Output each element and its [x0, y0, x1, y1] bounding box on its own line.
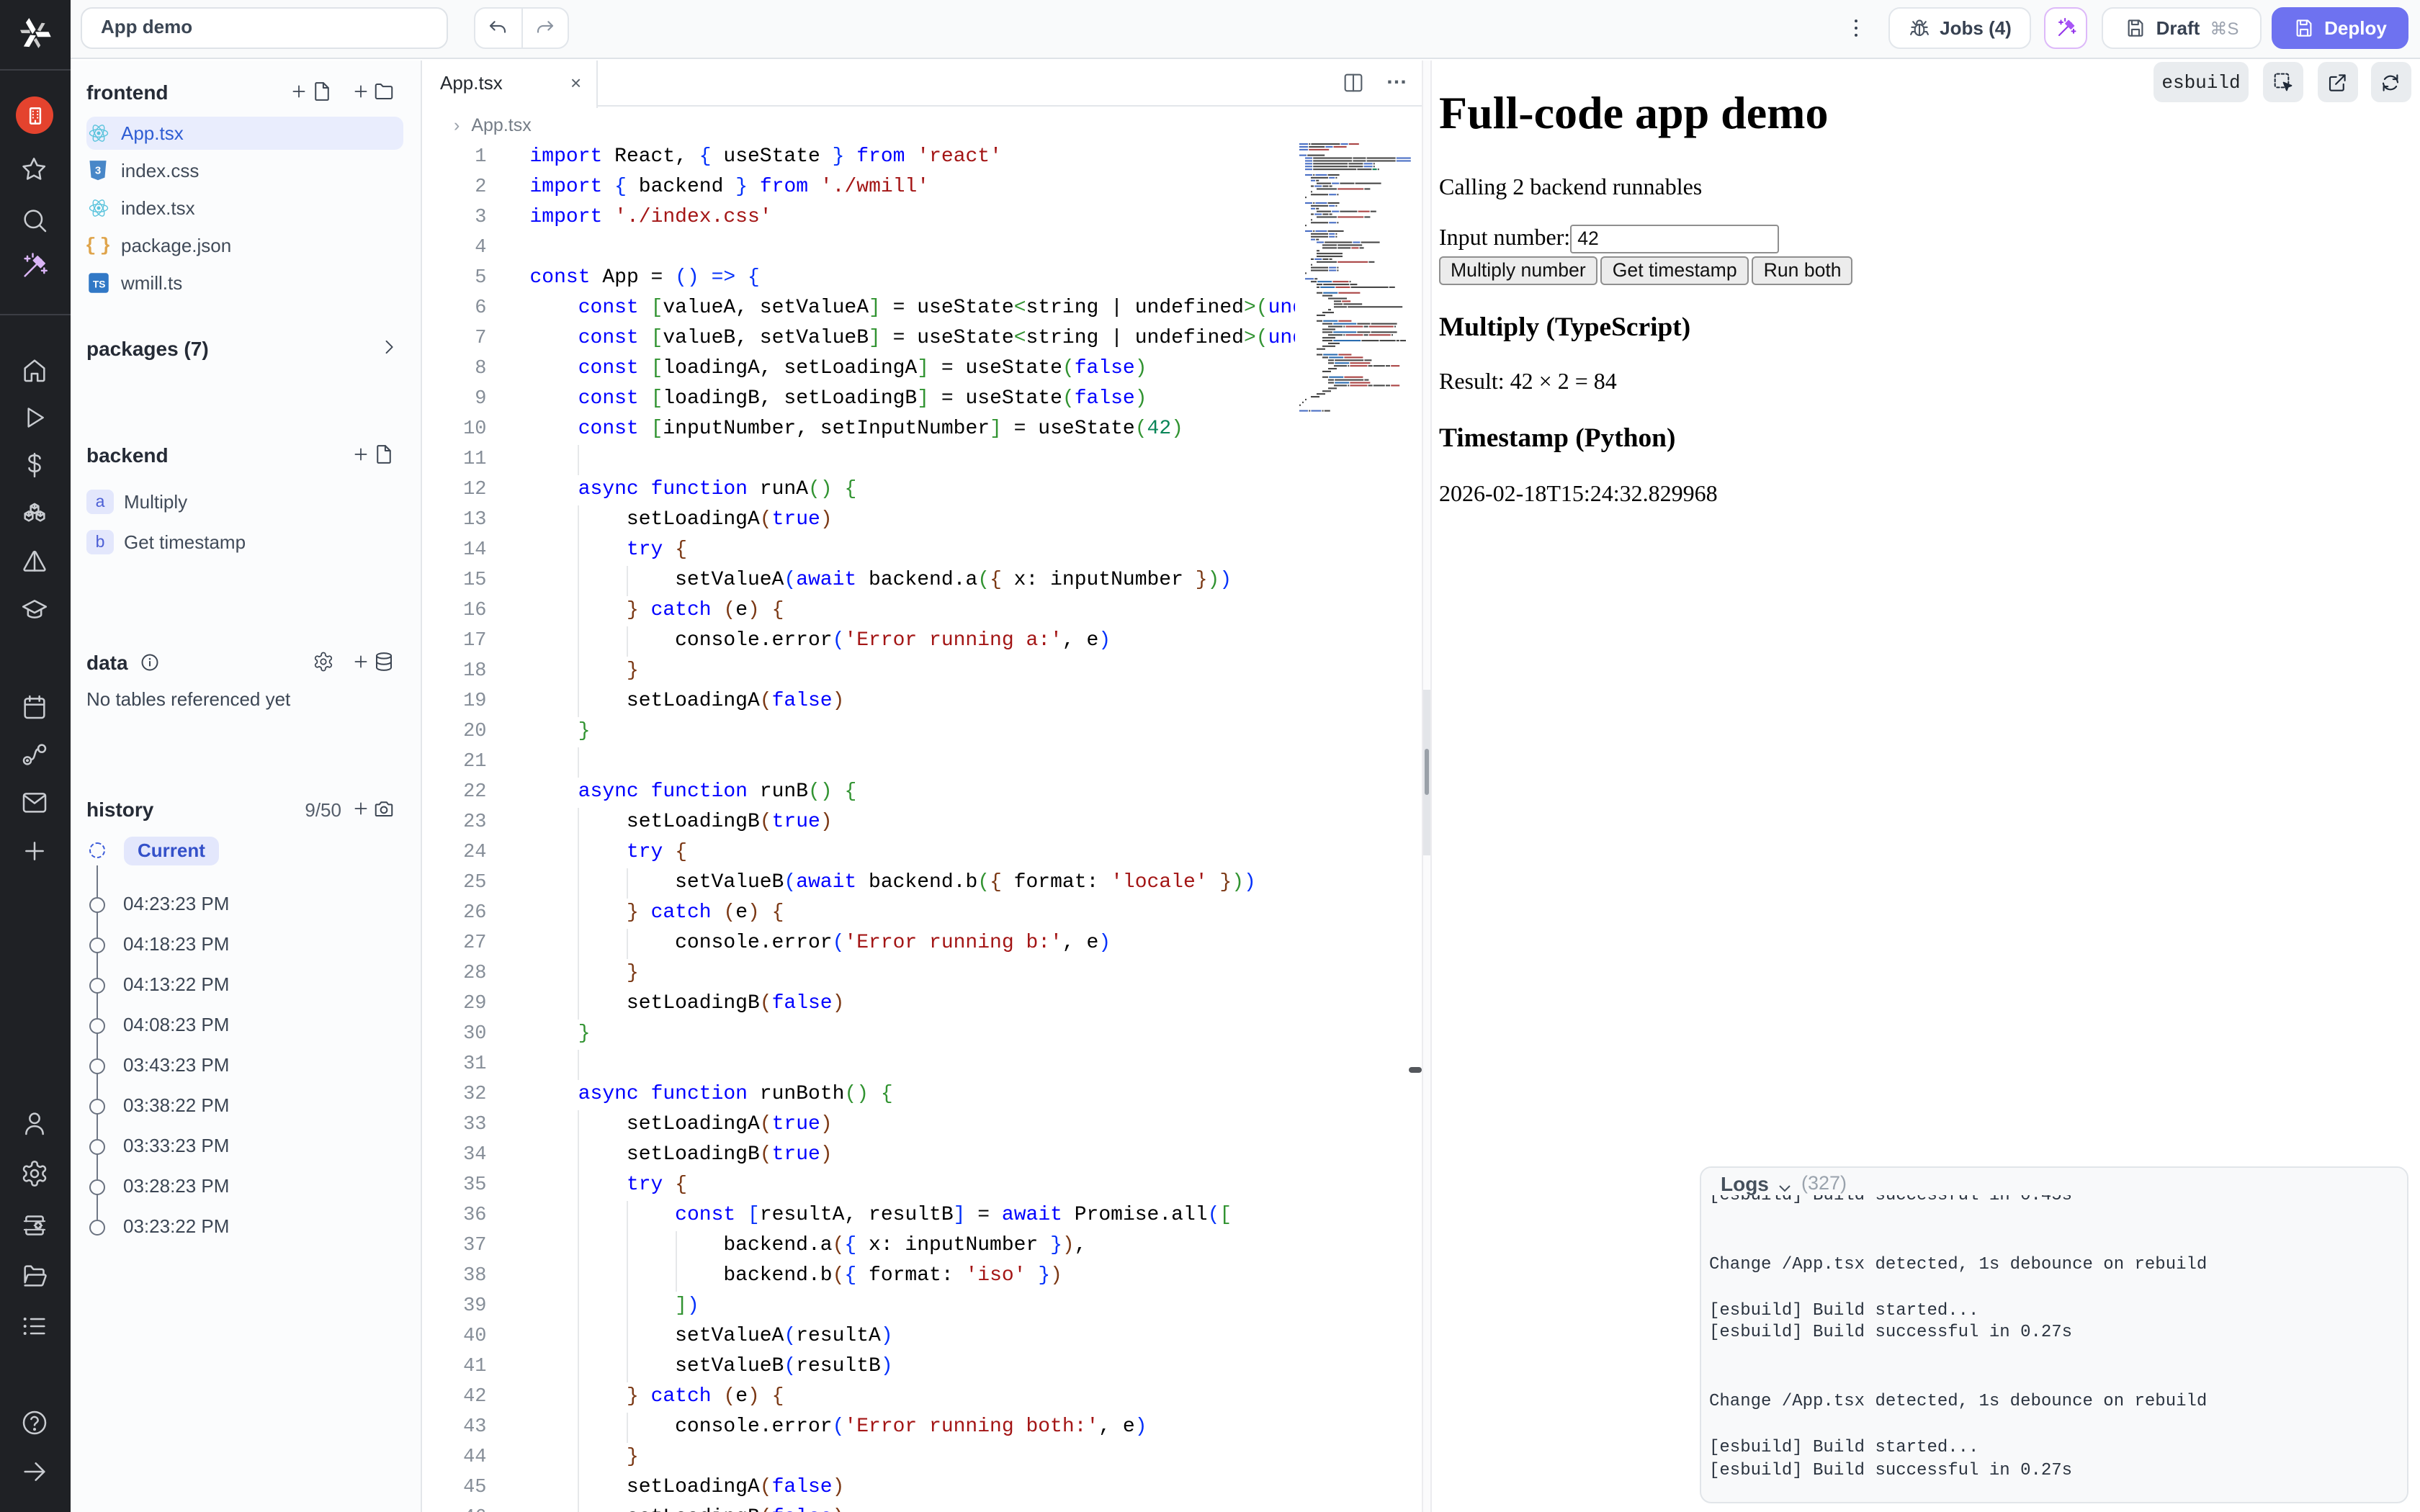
svg-text:3: 3	[95, 165, 101, 177]
svg-text:TS: TS	[92, 279, 105, 289]
